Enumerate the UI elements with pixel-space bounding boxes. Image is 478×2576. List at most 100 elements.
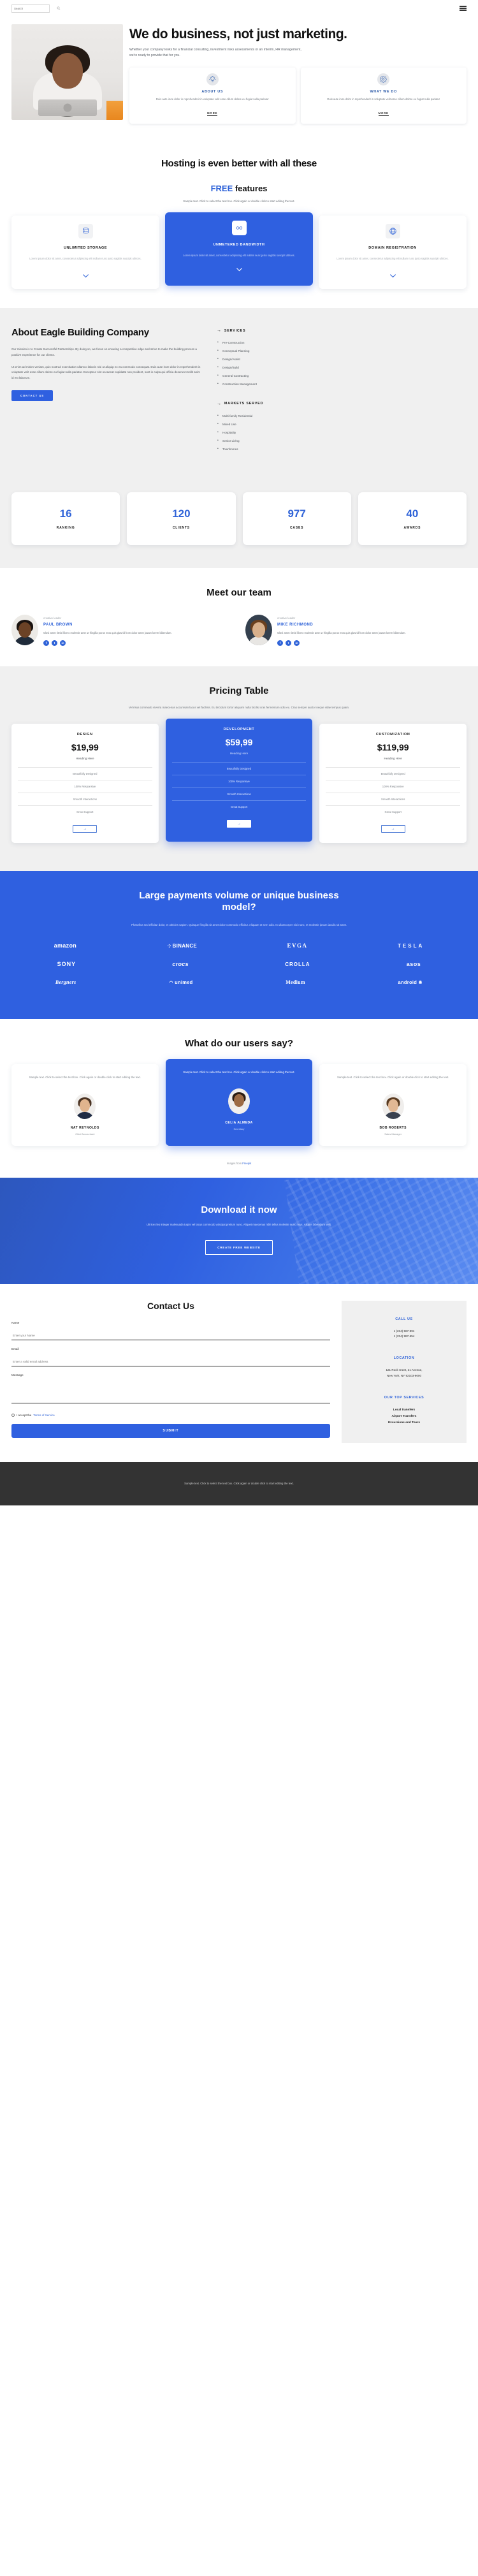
testimonial-name: BOB ROBERTS [379, 1125, 407, 1130]
testimonial-card-celia-almeda[interactable]: Sample text. Click to select the text bo… [165, 1059, 313, 1146]
search-input[interactable] [14, 6, 55, 10]
email-input[interactable] [11, 1358, 330, 1366]
about-right-column: → SERVICES Pre-Construction Conceptual P… [217, 327, 467, 467]
feature-card-text: Lorem ipsum dolor sit amet, consectetur … [183, 254, 295, 258]
linkedin-icon[interactable]: in [60, 640, 66, 647]
testimonial-quote: Sample text. Click to select the text bo… [29, 1076, 141, 1079]
brand-logo-amazon: amazon [54, 942, 77, 949]
lightbulb-icon [206, 73, 219, 85]
footer: Sample text. Click to select the text bo… [0, 1461, 478, 1506]
facebook-icon[interactable]: f [43, 640, 49, 647]
facebook-icon[interactable]: f [277, 640, 283, 647]
feature-card-unlimited-storage[interactable]: UNLIMITED STORAGE Lorem ipsum dolor sit … [11, 216, 159, 289]
terms-of-service-link[interactable]: Terms of Service [33, 1414, 55, 1417]
about-paragraph-1: Our mission is to Create Successful Part… [11, 348, 197, 356]
plan-feature: 100% Responsive [171, 774, 307, 787]
twitter-icon[interactable]: t [52, 640, 57, 647]
list-item[interactable]: Construction Management [217, 381, 467, 389]
feature-card-unmetered-bandwidth[interactable]: UNMETERED BANDWIDTH Lorem ipsum dolor si… [165, 212, 313, 286]
cta-subtitle: Ultrices leo integer malesuada turpis ve… [147, 1222, 331, 1226]
testimonial-card-nat-reynolds[interactable]: Sample text. Click to select the text bo… [11, 1064, 159, 1146]
chevron-down-icon[interactable] [235, 265, 243, 274]
submit-button[interactable]: SUBMIT [11, 1423, 330, 1438]
team-member-socials: f t in [43, 640, 233, 647]
search-icon[interactable] [57, 6, 61, 10]
globe-www-icon [385, 224, 400, 239]
hero-card-more-link[interactable]: MORE [378, 112, 389, 117]
name-input[interactable] [11, 1332, 330, 1340]
hero-cards: ABOUT US Duis aute irure dolor in repreh… [129, 67, 467, 124]
testimonial-cards: Sample text. Click to select the text bo… [11, 1059, 467, 1150]
stat-label: AWARDS [403, 525, 421, 530]
plan-name: DESIGN [76, 732, 93, 736]
stat-label: RANKING [56, 525, 75, 530]
service-item[interactable]: Local transfers [351, 1407, 458, 1414]
email-field-group: Email [11, 1347, 330, 1366]
plan-feature: Beautifully Designed [171, 761, 307, 775]
hero-card-what-we-do[interactable]: WHAT WE DO Duis aute irure dolor in repr… [300, 67, 467, 124]
plan-heading: Heading Here [76, 756, 94, 760]
name-label: Name [11, 1321, 20, 1324]
services-heading: → SERVICES [217, 328, 467, 333]
brand-logo-label: unimed [175, 979, 193, 986]
hero-title: We do business, not just marketing. [129, 27, 347, 41]
hero-image [11, 24, 123, 120]
hamburger-menu-icon[interactable] [460, 6, 467, 11]
pricing-card-design[interactable]: DESIGN $19,99 Heading Here Beautifully D… [11, 723, 159, 843]
arrow-right-icon[interactable]: → [380, 824, 405, 833]
plan-feature: Great Support [171, 800, 307, 813]
terms-row: I accept the Terms of Service [11, 1413, 330, 1417]
hero-card-about-us[interactable]: ABOUT US Duis aute irure dolor in repreh… [129, 67, 296, 124]
twitter-icon[interactable]: t [286, 640, 291, 647]
feature-card-domain-registration[interactable]: DOMAIN REGISTRATION Lorem ipsum dolor si… [319, 216, 467, 289]
stat-number: 977 [287, 507, 306, 520]
phone-number[interactable]: 1 (234) 567-891 [351, 1329, 458, 1335]
list-item[interactable]: Townhomes [217, 446, 467, 454]
list-item[interactable]: Pre-Construction [217, 339, 467, 348]
chevron-down-icon[interactable] [389, 272, 397, 280]
terms-checkbox[interactable] [11, 1413, 15, 1417]
arrow-right-icon[interactable]: → [227, 819, 251, 828]
pricing-card-customization[interactable]: CUSTOMIZATION $119,99 Heading Here Beaut… [319, 723, 467, 843]
top-services-block: OUR TOP SERVICES Local transfers Airport… [351, 1396, 458, 1426]
freepik-link[interactable]: Freepik [242, 1162, 251, 1165]
list-item[interactable]: Senior Living [217, 437, 467, 446]
brand-logo-android: android [398, 979, 423, 985]
arrow-right-icon[interactable]: → [73, 824, 98, 833]
location-heading: LOCATION [393, 1356, 415, 1361]
team-member-socials: f t in [277, 640, 467, 647]
feature-card-title: UNMETERED BANDWIDTH [213, 243, 265, 247]
list-item[interactable]: Multi-family Residential [217, 413, 467, 421]
phone-number[interactable]: 1 (234) 987-654 [351, 1334, 458, 1340]
message-textarea[interactable] [11, 1380, 330, 1403]
plan-feature: Great Support [18, 805, 152, 818]
brand-logo-crolla: CROLLA [285, 961, 310, 967]
list-item[interactable]: Design/Assist [217, 356, 467, 364]
hero-card-more-link[interactable]: MORE [207, 112, 218, 117]
download-cta-section: Download it now Ultrices leo integer mal… [0, 1177, 478, 1284]
team-members: creative leader PAUL BROWN Glavi amet ri… [11, 614, 467, 647]
pricing-card-development[interactable]: DEVELOPMENT $59,99 Heading Here Beautifu… [165, 718, 313, 842]
list-item[interactable]: Hospitality [217, 429, 467, 437]
search-box[interactable] [11, 4, 61, 13]
contact-us-button[interactable]: CONTACT US [11, 390, 54, 401]
hero-content: We do business, not just marketing. Whet… [129, 24, 467, 124]
list-item[interactable]: Mixed Use [217, 421, 467, 429]
create-free-website-button[interactable]: CREATE FREE WEBSITE [205, 1240, 273, 1255]
linkedin-icon[interactable]: in [294, 640, 300, 647]
service-item[interactable]: Airport Transfers [351, 1414, 458, 1420]
hero-subtitle: Whether your company looks for a financi… [129, 47, 301, 57]
team-member-name: MIKE RICHMOND [277, 622, 314, 627]
brand-logo-bergners: Bergners [55, 979, 76, 986]
pricing-title: Pricing Table [209, 685, 269, 697]
list-item[interactable]: General Contracting [217, 372, 467, 381]
plan-heading: Heading Here [229, 751, 249, 755]
brand-logo-label: android [398, 979, 417, 986]
list-item[interactable]: Design/Build [217, 364, 467, 372]
service-item[interactable]: Excursions and Tours [351, 1420, 458, 1426]
about-title: About Eagle Building Company [11, 327, 149, 339]
list-item[interactable]: Conceptual Planning [217, 348, 467, 356]
chevron-down-icon[interactable] [82, 272, 90, 280]
testimonial-card-bob-roberts[interactable]: Sample text. Click to select the text bo… [319, 1064, 467, 1146]
features-sample-text: Sample text. Click to select the text bo… [183, 200, 295, 203]
